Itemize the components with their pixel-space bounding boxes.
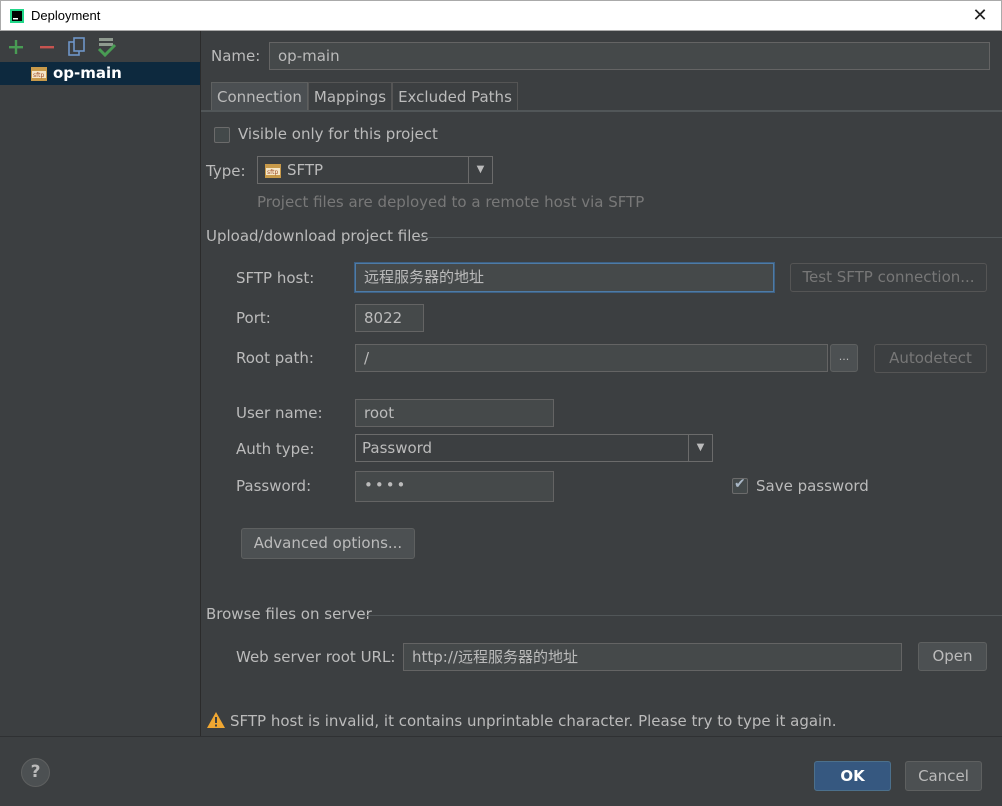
port-field[interactable]: 8022 (355, 304, 424, 332)
auth-type-label: Auth type: (236, 440, 315, 458)
add-icon[interactable] (5, 36, 27, 58)
advanced-options-button[interactable]: Advanced options... (241, 528, 415, 559)
app-icon (10, 9, 24, 23)
root-path-label: Root path: (236, 349, 314, 367)
name-label: Name: (211, 47, 261, 65)
tab-excluded-paths[interactable]: Excluded Paths (392, 82, 518, 110)
ok-button[interactable]: OK (814, 761, 891, 791)
visible-only-label: Visible only for this project (238, 125, 438, 143)
help-button[interactable]: ? (21, 758, 50, 787)
warning-icon (207, 712, 225, 728)
set-default-icon[interactable] (96, 36, 118, 58)
server-toolbar (0, 31, 200, 61)
root-path-field[interactable]: / (355, 344, 828, 372)
auth-type-select[interactable]: Password ▼ (355, 434, 713, 462)
password-field[interactable]: •••• (355, 471, 554, 502)
warning-message: SFTP host is invalid, it contains unprin… (230, 712, 837, 730)
section-divider (360, 615, 1002, 616)
section-divider (419, 237, 1002, 238)
auth-type-value: Password (362, 439, 433, 457)
browse-section-title: Browse files on server (206, 605, 372, 623)
server-settings-pane: Name: op-main Connection Mappings Exclud… (201, 31, 1002, 736)
sftp-host-label: SFTP host: (236, 269, 315, 287)
tab-mappings[interactable]: Mappings (307, 82, 393, 110)
type-select[interactable]: sftp SFTP ▼ (257, 156, 493, 184)
title-bar: Deployment ✕ (0, 0, 1002, 31)
copy-icon[interactable] (66, 36, 88, 58)
remove-icon[interactable] (36, 36, 58, 58)
user-name-field[interactable]: root (355, 399, 554, 427)
web-root-label: Web server root URL: (236, 648, 396, 666)
cancel-button[interactable]: Cancel (905, 761, 982, 791)
server-list-pane: sftp op-main (0, 31, 201, 736)
visible-only-checkbox[interactable] (214, 127, 230, 143)
sftp-host-field[interactable]: 远程服务器的地址 (355, 263, 774, 292)
type-value: SFTP (287, 161, 324, 179)
password-label: Password: (236, 477, 312, 495)
tree-item-label: op-main (53, 64, 122, 82)
browse-root-button[interactable]: ... (830, 344, 858, 372)
tab-bar: Connection Mappings Excluded Paths (211, 82, 518, 110)
dialog-footer: ? OK Cancel (0, 736, 1002, 806)
name-field[interactable]: op-main (269, 42, 990, 70)
save-password-checkbox[interactable] (732, 476, 748, 494)
tab-connection[interactable]: Connection (211, 82, 308, 110)
chevron-down-icon[interactable]: ▼ (468, 157, 492, 183)
close-icon[interactable]: ✕ (967, 3, 993, 29)
sftp-icon: sftp (265, 164, 281, 178)
upload-section-title: Upload/download project files (206, 227, 429, 245)
open-button[interactable]: Open (918, 642, 987, 671)
svg-text:sftp: sftp (267, 169, 278, 176)
tab-divider (201, 110, 1002, 112)
test-connection-button[interactable]: Test SFTP connection... (790, 263, 987, 292)
type-hint: Project files are deployed to a remote h… (257, 193, 645, 211)
autodetect-button[interactable]: Autodetect (874, 344, 987, 373)
sftp-server-icon: sftp (31, 67, 47, 81)
chevron-down-icon[interactable]: ▼ (688, 435, 712, 461)
save-password-label: Save password (756, 477, 869, 495)
port-label: Port: (236, 309, 271, 327)
type-label: Type: (206, 162, 246, 180)
user-name-label: User name: (236, 404, 323, 422)
svg-text:sftp: sftp (33, 72, 44, 79)
window-title: Deployment (31, 8, 101, 23)
web-root-field[interactable]: http://远程服务器的地址 (403, 643, 902, 671)
tree-item-op-main[interactable]: sftp op-main (0, 62, 200, 85)
